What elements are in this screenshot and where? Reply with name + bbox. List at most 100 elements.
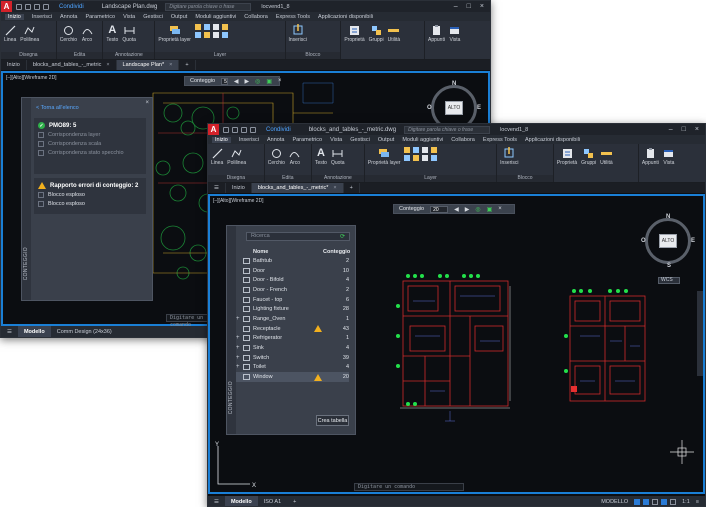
view-tool[interactable]: Vista [663,147,675,166]
zoom-icon[interactable]: ◎ [255,78,260,85]
arrow-right-icon[interactable]: ▶ [244,78,249,85]
user-name[interactable]: locvend1_8 [261,4,289,10]
table-row[interactable]: Door - Bifold 4 [236,275,349,285]
table-row[interactable]: + Toilet 4 [236,363,349,373]
groups-tool[interactable]: Gruppi [369,24,384,43]
expand-icon[interactable]: + [236,335,243,341]
layer-icon[interactable] [431,155,438,161]
snap-toggle-icon[interactable] [643,498,650,505]
tab-collabora[interactable]: Collabora [451,137,475,143]
insert-block-tool[interactable]: Inserisci [289,24,307,43]
tab-inserisci[interactable]: Inserisci [32,14,52,20]
file-tab-blocks[interactable]: blocks_and_tables_-_metric × [27,60,117,70]
customize-icon[interactable]: ≡ [696,499,699,505]
table-row[interactable]: Door 10 [236,266,349,276]
count-value[interactable]: 5 [221,77,228,85]
layer-icon[interactable] [422,147,429,153]
table-row[interactable]: Bathtub 2 [236,256,349,266]
layer-icon[interactable] [212,32,219,38]
layer-icon[interactable] [203,32,210,38]
undo-icon[interactable] [43,3,49,10]
close-icon[interactable]: × [695,126,699,133]
search-input[interactable]: Ricerca [246,232,350,241]
tab-gestisci[interactable]: Gestisci [143,14,163,20]
layer-properties-tool[interactable]: Proprietà layer [368,147,400,166]
error-row[interactable]: Blocco esploso [38,199,142,208]
compass-west[interactable]: O [427,105,432,111]
dimension-tool[interactable]: Quota [122,24,136,43]
new-icon[interactable] [16,3,22,10]
file-tab-blocks[interactable]: blocks_and_tables_-_metric* × [251,183,344,193]
compass-east[interactable]: E [691,238,695,244]
table-row[interactable]: Faucet - top 6 [236,295,349,305]
open-icon[interactable] [232,126,238,133]
line-tool[interactable]: Linea [4,24,16,43]
tab-express[interactable]: Express Tools [483,137,517,143]
new-tab-button[interactable]: + [344,183,360,193]
annotation-scale[interactable]: 1:1 [682,499,690,505]
autocad-logo[interactable]: A [1,1,12,12]
expand-icon[interactable]: + [236,316,243,322]
insert-field-icon[interactable]: ▣ [266,78,272,85]
view-tool[interactable]: Vista [449,24,461,43]
maximize-icon[interactable]: □ [467,3,471,10]
layer-properties-tool[interactable]: Proprietà layer [158,24,191,43]
polyline-tool[interactable]: Polilinea [227,147,246,166]
table-row[interactable]: + Refrigerator 1 [236,334,349,344]
close-tab-icon[interactable]: × [106,62,109,68]
layout-tab[interactable]: Comm Design (24x36) [51,326,118,337]
file-tab-landscape[interactable]: Landscape Plan* × [116,60,180,70]
tab-vista[interactable]: Vista [123,14,135,20]
tab-output[interactable]: Output [171,14,188,20]
checkbox[interactable] [38,191,44,198]
utilities-tool[interactable]: Utilità [388,24,400,43]
viewcube-face[interactable]: ALTO [659,234,677,248]
ortho-toggle-icon[interactable] [652,498,659,505]
layer-icon[interactable] [203,24,210,30]
close-icon[interactable]: × [145,100,149,106]
minimize-icon[interactable]: – [454,3,458,10]
refresh-icon[interactable]: ⟳ [340,233,345,240]
tab-moduli[interactable]: Moduli aggiuntivi [195,14,236,20]
tab-parametrico[interactable]: Parametrico [85,14,115,20]
autocad-logo[interactable]: A [208,124,219,135]
tab-collabora[interactable]: Collabora [244,14,268,20]
share-button[interactable]: Condividi [266,127,291,133]
arc-tool[interactable]: Arco [81,24,93,43]
viewcube[interactable]: ALTO N S E O [641,214,695,269]
layer-icon[interactable] [404,147,411,153]
checkbox[interactable] [38,149,44,156]
close-icon[interactable]: × [498,206,502,212]
expand-icon[interactable]: + [236,345,243,351]
checkbox[interactable] [38,140,44,147]
table-row[interactable]: + Range_Oven 1 [236,314,349,324]
user-name[interactable]: locvend1_8 [500,127,528,133]
insert-block-tool[interactable]: Inserisci [500,147,519,166]
tab-gestisci[interactable]: Gestisci [350,137,370,143]
layer-icon[interactable] [431,147,438,153]
arc-tool[interactable]: Arco [289,147,301,166]
tab-annota[interactable]: Annota [267,137,284,143]
column-count[interactable]: Conteggio [323,249,350,255]
navigation-bar[interactable] [697,291,703,376]
osnap-toggle-icon[interactable] [670,498,677,505]
arrow-right-icon[interactable]: ▶ [465,206,470,213]
zoom-icon[interactable]: ◎ [475,206,480,213]
table-row[interactable]: Door - French 2 [236,285,349,295]
new-tab-button[interactable]: + [179,60,196,70]
insert-field-icon[interactable]: ▣ [487,206,493,213]
close-tab-icon[interactable]: × [169,62,172,68]
save-icon[interactable] [241,126,247,133]
compass-north[interactable]: N [452,81,456,87]
model-space-label[interactable]: MODELLO [601,499,628,505]
tab-applicazioni[interactable]: Applicazioni disponibili [525,137,580,143]
tab-vista[interactable]: Vista [330,137,342,143]
expand-icon[interactable]: + [236,355,243,361]
layer-icon[interactable] [221,32,228,38]
file-tab-start[interactable]: Inizio [226,183,252,193]
compass-south[interactable]: S [667,263,671,269]
compass-west[interactable]: O [641,238,646,244]
command-line[interactable]: Digitare un comando [354,483,464,491]
tab-annota[interactable]: Annota [60,14,77,20]
layer-icon[interactable] [413,147,420,153]
